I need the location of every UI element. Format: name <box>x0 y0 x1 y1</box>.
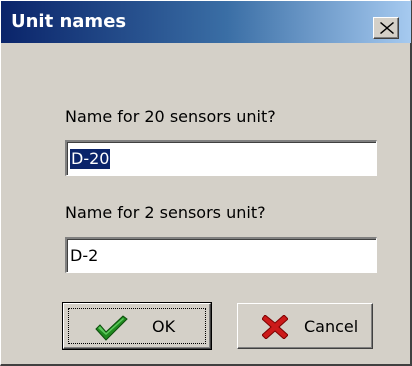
title-bar[interactable]: Unit names <box>1 1 411 43</box>
cancel-x-icon <box>262 315 288 339</box>
label-20-sensors: Name for 20 sensors unit? <box>65 107 276 126</box>
unit-names-dialog: Unit names Name for 20 sensors unit? D-2… <box>0 0 412 366</box>
label-2-sensors: Name for 2 sensors unit? <box>65 203 266 222</box>
dialog-title: Unit names <box>11 11 127 32</box>
ok-button[interactable]: OK <box>62 302 212 350</box>
cancel-button-label: Cancel <box>304 317 359 336</box>
name-20-sensors-value: D-20 <box>70 149 111 169</box>
close-button[interactable] <box>373 17 399 39</box>
ok-button-label: OK <box>152 317 176 336</box>
name-2-sensors-value: D-2 <box>70 246 99 265</box>
checkmark-icon <box>95 315 128 341</box>
close-icon <box>380 22 394 34</box>
name-20-sensors-input[interactable]: D-20 <box>65 140 377 176</box>
cancel-button[interactable]: Cancel <box>237 303 373 349</box>
name-2-sensors-input[interactable]: D-2 <box>65 237 377 273</box>
focus-rectangle <box>68 308 206 344</box>
